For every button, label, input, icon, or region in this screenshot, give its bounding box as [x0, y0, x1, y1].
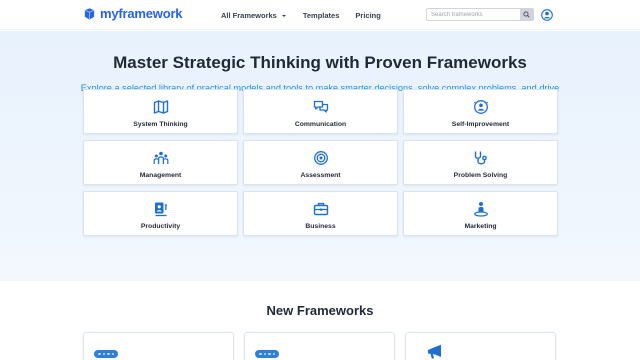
new-frameworks-title: New Frameworks — [266, 303, 374, 318]
search-box — [426, 8, 534, 21]
nav-pricing[interactable]: Pricing — [355, 11, 380, 20]
team-icon — [153, 151, 168, 164]
category-card-problem-solving[interactable]: Problem Solving — [403, 140, 558, 185]
nav-pricing-label: Pricing — [355, 11, 381, 20]
category-label: Communication — [294, 121, 347, 128]
target-icon — [313, 151, 328, 165]
search-button[interactable] — [520, 9, 533, 20]
new-framework-card[interactable] — [83, 332, 234, 360]
nav-all-frameworks[interactable]: All Frameworks — [221, 11, 287, 20]
category-card-assessment[interactable]: Assessment — [243, 140, 398, 185]
category-card-self-improvement[interactable]: Self-Improvement — [403, 89, 558, 134]
self-improvement-icon — [473, 100, 488, 114]
search-input[interactable] — [427, 11, 520, 18]
megaphone-icon — [428, 344, 441, 359]
category-card-business[interactable]: Business — [243, 191, 398, 236]
category-label: Productivity — [140, 223, 181, 230]
top-header: myframework All Frameworks Templates Pri… — [0, 0, 640, 30]
nav-templates[interactable]: Templates — [303, 11, 340, 20]
brand-name: myframework — [100, 6, 183, 21]
stethoscope-icon — [474, 151, 487, 165]
category-card-system-thinking[interactable]: System Thinking — [83, 89, 238, 134]
category-label: Self-Improvement — [451, 121, 510, 128]
map-icon — [153, 100, 168, 114]
briefcase-icon — [313, 202, 328, 216]
category-card-productivity[interactable]: Productivity — [83, 191, 238, 236]
new-framework-card[interactable] — [244, 332, 395, 360]
chat-bubbles-icon — [313, 100, 328, 113]
productivity-icon — [154, 202, 167, 217]
category-card-communication[interactable]: Communication — [243, 89, 398, 134]
brand-logo[interactable]: myframework — [83, 6, 183, 21]
dots-badge-icon — [255, 350, 279, 358]
category-label: Marketing — [464, 223, 497, 230]
main-nav: All Frameworks Templates Pricing — [221, 11, 397, 20]
nav-all-frameworks-label: All Frameworks — [221, 11, 277, 20]
category-label: Problem Solving — [453, 172, 508, 179]
category-card-marketing[interactable]: Marketing — [403, 191, 558, 236]
search-icon — [523, 11, 530, 18]
new-framework-card[interactable] — [405, 332, 556, 360]
chevron-down-icon — [281, 14, 286, 17]
hero-title: Master Strategic Thinking with Proven Fr… — [113, 53, 527, 72]
category-grid: System Thinking Communication Self-Impro… — [83, 89, 558, 236]
category-label: Assessment — [300, 172, 341, 179]
dots-badge-icon — [94, 350, 118, 358]
category-card-management[interactable]: Management — [83, 140, 238, 185]
marketing-person-icon — [473, 202, 488, 217]
user-circle-icon[interactable] — [541, 9, 553, 21]
nav-templates-label: Templates — [302, 11, 340, 20]
category-label: System Thinking — [133, 121, 188, 128]
cube-logo-icon — [84, 7, 95, 20]
category-label: Management — [139, 172, 182, 179]
category-label: Business — [305, 223, 336, 230]
